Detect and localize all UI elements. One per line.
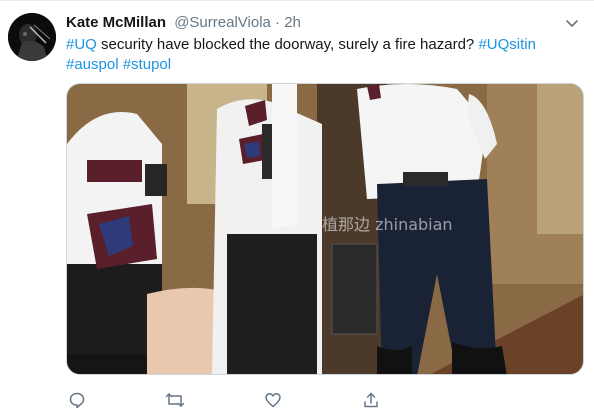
like-icon: [265, 393, 281, 408]
avatar[interactable]: [8, 13, 56, 61]
watermark: 植那边 zhinabian: [322, 215, 453, 234]
hashtag-link[interactable]: #UQsitin: [478, 36, 536, 53]
reply-button[interactable]: [66, 389, 88, 411]
hashtag-link[interactable]: #stupol: [123, 56, 171, 73]
tweet-actions: [66, 389, 506, 411]
timestamp[interactable]: 2h: [284, 14, 301, 31]
hashtag-link[interactable]: #UQ: [66, 36, 97, 53]
like-button[interactable]: [262, 389, 284, 411]
reply-icon: [69, 392, 85, 409]
separator-dot: ·: [275, 14, 281, 31]
tweet-header: Kate McMillan @SurrealViola · 2h: [66, 13, 580, 33]
retweet-icon: [165, 393, 185, 407]
tweet-text-segment: security have blocked the doorway, surel…: [96, 36, 479, 53]
author-name[interactable]: Kate McMillan: [66, 14, 166, 31]
author-handle[interactable]: @SurrealViola: [174, 14, 271, 31]
tweet-card[interactable]: Kate McMillan @SurrealViola · 2h #UQ sec…: [0, 0, 594, 418]
retweet-button[interactable]: [164, 389, 186, 411]
chevron-down-icon[interactable]: [564, 15, 580, 31]
share-icon: [364, 392, 378, 408]
hashtag-link[interactable]: #auspol: [66, 56, 119, 73]
tweet-text: #UQ security have blocked the doorway, s…: [66, 35, 586, 75]
tweet-photo[interactable]: 植那边 zhinabian: [66, 83, 584, 375]
share-button[interactable]: [360, 389, 382, 411]
